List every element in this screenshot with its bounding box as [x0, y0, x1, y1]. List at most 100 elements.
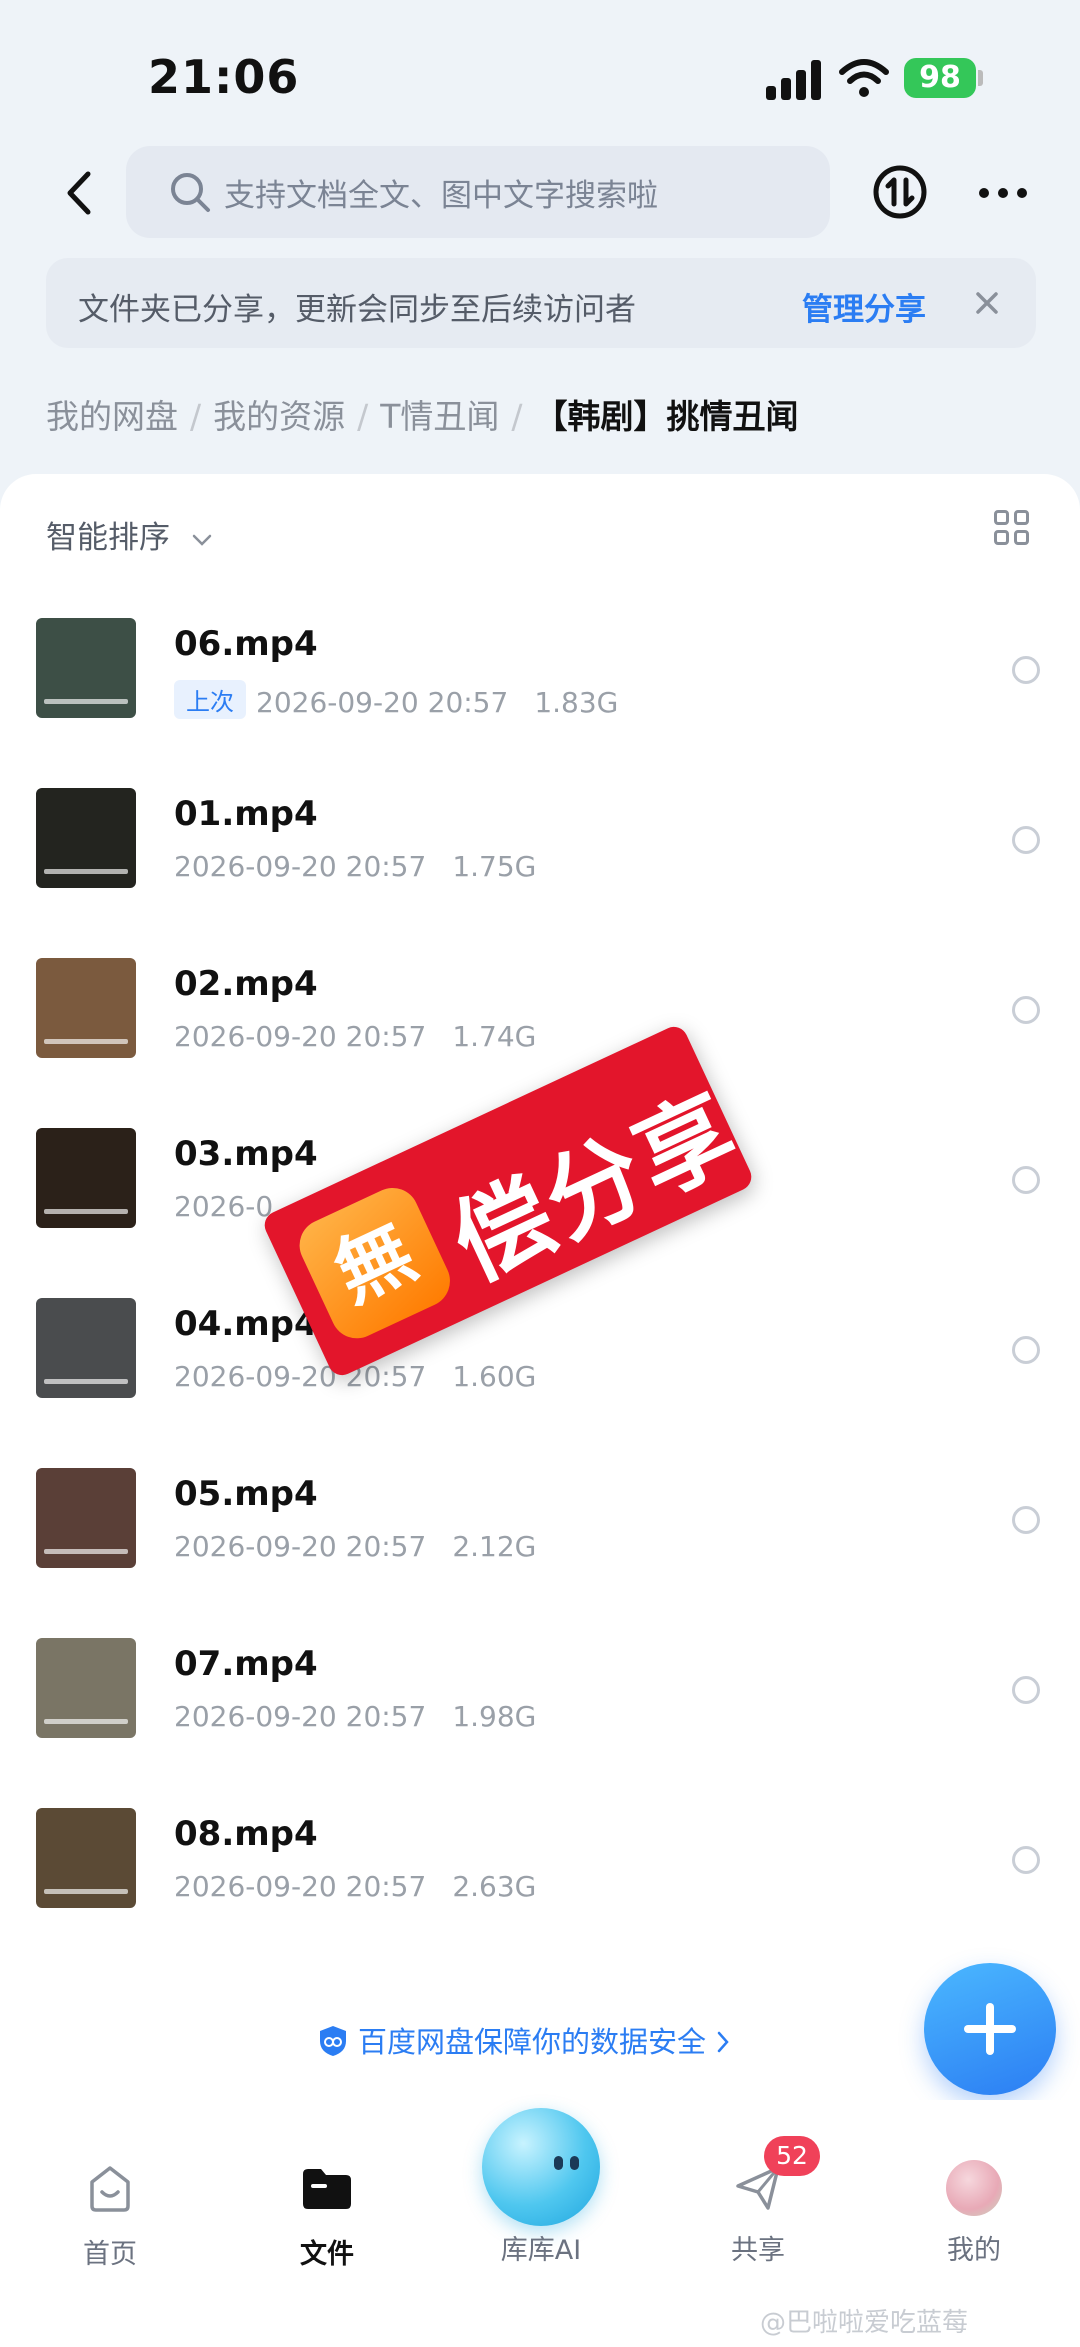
file-name: 02.mp4	[174, 964, 318, 1004]
breadcrumb-separator: /	[357, 397, 369, 436]
chevron-right-icon	[717, 2031, 729, 2053]
file-size: 1.98G	[452, 1700, 537, 1733]
close-icon[interactable]	[966, 282, 1008, 324]
file-size: 1.74G	[452, 1020, 537, 1053]
file-date: 2026-0	[174, 1190, 274, 1223]
select-radio[interactable]	[1012, 1676, 1040, 1704]
breadcrumb-separator: /	[511, 397, 523, 436]
file-row[interactable]: 02.mp4 2026-09-20 20:57 1.74G	[0, 926, 1080, 1096]
tab-files-label: 文件	[300, 2239, 354, 2270]
last-played-tag: 上次	[174, 680, 246, 719]
video-thumbnail	[36, 958, 136, 1058]
file-row[interactable]: 08.mp4 2026-09-20 20:57 2.63G	[0, 1776, 1080, 1946]
folder-icon	[303, 2169, 351, 2209]
file-size: 2.63G	[452, 1870, 537, 1903]
chevron-down-icon	[192, 534, 212, 546]
watermark: @巴啦啦爱吃蓝莓	[760, 2308, 969, 2338]
sort-label: 智能排序	[46, 520, 170, 556]
tab-me-label: 我的	[947, 2235, 1001, 2266]
file-meta: 2026-09-20 20:57 2.63G	[174, 1870, 536, 1903]
manage-share-link[interactable]: 管理分享	[802, 284, 926, 329]
transfer-icon[interactable]	[872, 164, 928, 220]
breadcrumb-item-my-drive[interactable]: 我的网盘	[46, 397, 178, 436]
file-date: 2026-09-20 20:57	[174, 1700, 427, 1733]
file-row[interactable]: 04.mp4 2026-09-20 20:57 1.60G	[0, 1266, 1080, 1436]
security-text: 百度网盘保障你的数据安全	[358, 2025, 707, 2059]
back-icon[interactable]	[58, 168, 102, 218]
file-size: 2.12G	[452, 1530, 537, 1563]
file-row[interactable]: 05.mp4 2026-09-20 20:57 2.12G	[0, 1436, 1080, 1606]
battery-level: 98	[904, 58, 976, 98]
video-thumbnail	[36, 1298, 136, 1398]
select-radio[interactable]	[1012, 656, 1040, 684]
file-date: 2026-09-20 20:57	[174, 1530, 427, 1563]
file-row[interactable]: 06.mp4 上次 2026-09-20 20:57 1.83G	[0, 586, 1080, 756]
file-name: 05.mp4	[174, 1474, 318, 1514]
battery-icon	[978, 70, 983, 86]
select-radio[interactable]	[1012, 1166, 1040, 1194]
file-meta: 2026-09-20 20:57 1.74G	[174, 1020, 536, 1053]
breadcrumb-item-my-resources[interactable]: 我的资源	[213, 397, 345, 436]
file-meta: 2026-09-20 20:57 1.98G	[174, 1700, 536, 1733]
avatar	[946, 2160, 1002, 2216]
tab-share[interactable]: 52 共享	[678, 2136, 838, 2267]
share-badge: 52	[764, 2136, 820, 2176]
select-radio[interactable]	[1012, 1506, 1040, 1534]
signal-icon	[766, 60, 822, 100]
video-thumbnail	[36, 788, 136, 888]
grid-view-icon[interactable]	[994, 510, 1030, 546]
file-name: 06.mp4	[174, 624, 318, 664]
file-name: 04.mp4	[174, 1304, 318, 1344]
security-link[interactable]: 百度网盘保障你的数据安全	[318, 2019, 730, 2061]
file-meta: 2026-09-20 20:57 2.12G	[174, 1530, 536, 1563]
video-thumbnail	[36, 1808, 136, 1908]
tab-ai-label: 库库AI	[500, 2235, 582, 2266]
file-meta: 上次 2026-09-20 20:57 1.83G	[174, 680, 618, 719]
tab-files[interactable]: 文件	[247, 2160, 407, 2271]
search-icon	[171, 173, 210, 212]
select-radio[interactable]	[1012, 1846, 1040, 1874]
video-thumbnail	[36, 1128, 136, 1228]
file-name: 01.mp4	[174, 794, 318, 834]
share-notice: 文件夹已分享，更新会同步至后续访问者 管理分享	[46, 258, 1036, 348]
search-placeholder: 支持文档全文、图中文字搜索啦	[224, 178, 658, 214]
status-time: 21:06	[148, 50, 300, 104]
tab-home-label: 首页	[83, 2239, 137, 2270]
breadcrumb-item-folder[interactable]: T情丑闻	[380, 397, 499, 436]
file-name: 03.mp4	[174, 1134, 318, 1174]
file-row[interactable]: 07.mp4 2026-09-20 20:57 1.98G	[0, 1606, 1080, 1776]
file-size: 1.83G	[534, 686, 619, 719]
tab-bar: 首页 文件 库库AI 52 共享 我的 @巴啦啦爱吃蓝莓	[0, 2100, 1080, 2347]
select-radio[interactable]	[1012, 996, 1040, 1024]
file-name: 08.mp4	[174, 1814, 318, 1854]
file-date: 2026-09-20 20:57	[256, 686, 509, 719]
video-thumbnail	[36, 1638, 136, 1738]
promo-mark: 無	[291, 1179, 459, 1347]
breadcrumb: 我的网盘 / 我的资源 / T情丑闻 / 【韩剧】挑情丑闻	[46, 390, 799, 438]
home-icon	[90, 2166, 130, 2212]
sort-dropdown[interactable]: 智能排序	[46, 512, 212, 557]
tab-share-label: 共享	[731, 2235, 785, 2266]
tab-home[interactable]: 首页	[30, 2160, 190, 2271]
file-meta: 2026-09-20 20:57 1.75G	[174, 850, 536, 883]
tab-ai[interactable]: 库库AI	[461, 2160, 621, 2267]
file-meta: 2026-0	[174, 1190, 273, 1223]
share-notice-text: 文件夹已分享，更新会同步至后续访问者	[78, 292, 636, 328]
file-date: 2026-09-20 20:57	[174, 1020, 427, 1053]
breadcrumb-separator: /	[190, 397, 202, 436]
select-radio[interactable]	[1012, 1336, 1040, 1364]
file-panel: 智能排序 06.mp4 上次 2026-09-20 20:57 1.83G 01.m…	[0, 474, 1080, 2347]
video-thumbnail	[36, 1468, 136, 1568]
file-name: 07.mp4	[174, 1644, 318, 1684]
search-input[interactable]: 支持文档全文、图中文字搜索啦	[126, 146, 830, 238]
file-size: 1.60G	[452, 1360, 537, 1393]
wifi-icon	[839, 59, 889, 97]
shield-icon	[320, 2026, 346, 2056]
file-row[interactable]: 01.mp4 2026-09-20 20:57 1.75G	[0, 756, 1080, 926]
tab-me[interactable]: 我的	[894, 2160, 1054, 2267]
more-icon[interactable]	[975, 178, 1031, 208]
file-size: 1.75G	[452, 850, 537, 883]
file-date: 2026-09-20 20:57	[174, 850, 427, 883]
select-radio[interactable]	[1012, 826, 1040, 854]
add-button[interactable]	[924, 1963, 1056, 2095]
